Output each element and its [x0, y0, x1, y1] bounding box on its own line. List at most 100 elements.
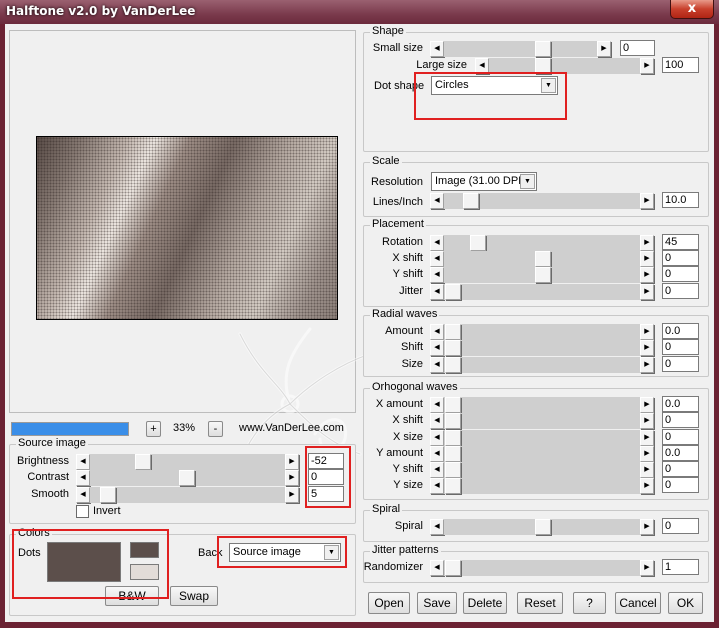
- brightness-decrease-button[interactable]: ◀: [76, 454, 90, 470]
- smooth-decrease-button[interactable]: ◀: [76, 487, 90, 503]
- radial-shift-slider-track[interactable]: [444, 340, 640, 356]
- y-size-decrease-button[interactable]: ◀: [430, 478, 444, 494]
- lines-increase-button[interactable]: ▶: [640, 193, 654, 209]
- radial-size-increase-button[interactable]: ▶: [640, 357, 654, 373]
- radial-size-slider-thumb[interactable]: [445, 357, 461, 373]
- spiral-slider-thumb[interactable]: [535, 519, 551, 535]
- contrast-slider-thumb[interactable]: [179, 470, 195, 486]
- lines-per-inch-field[interactable]: 10.0: [662, 192, 699, 208]
- rotation-decrease-button[interactable]: ◀: [430, 235, 444, 251]
- small-size-field[interactable]: 0: [620, 40, 655, 56]
- cancel-button[interactable]: Cancel: [615, 592, 661, 614]
- contrast-increase-button[interactable]: ▶: [285, 470, 299, 486]
- radial-size-slider-track[interactable]: [444, 357, 640, 373]
- radial-amount-field[interactable]: 0.0: [662, 323, 699, 339]
- wave-x-shift-decrease-button[interactable]: ◀: [430, 413, 444, 429]
- wave-x-shift-slider-thumb[interactable]: [445, 413, 461, 429]
- wave-x-shift-field[interactable]: 0: [662, 412, 699, 428]
- x-amount-increase-button[interactable]: ▶: [640, 397, 654, 413]
- rotation-slider-thumb[interactable]: [470, 235, 486, 251]
- radial-size-decrease-button[interactable]: ◀: [430, 357, 444, 373]
- radial-size-field[interactable]: 0: [662, 356, 699, 372]
- randomizer-slider-track[interactable]: [444, 560, 640, 576]
- y-amount-slider-track[interactable]: [444, 446, 640, 462]
- chevron-down-icon[interactable]: ▼: [520, 174, 535, 189]
- randomizer-increase-button[interactable]: ▶: [640, 560, 654, 576]
- preview-image[interactable]: [36, 136, 338, 320]
- wave-y-shift-decrease-button[interactable]: ◀: [430, 462, 444, 478]
- x-size-slider-track[interactable]: [444, 430, 640, 446]
- large-size-field[interactable]: 100: [662, 57, 699, 73]
- lines-decrease-button[interactable]: ◀: [430, 193, 444, 209]
- radial-amount-increase-button[interactable]: ▶: [640, 324, 654, 340]
- jitter-increase-button[interactable]: ▶: [640, 284, 654, 300]
- jitter-decrease-button[interactable]: ◀: [430, 284, 444, 300]
- title-bar[interactable]: Halftone v2.0 by VanDerLee x: [0, 0, 719, 24]
- smooth-slider-thumb[interactable]: [100, 487, 116, 503]
- close-button[interactable]: x: [670, 0, 714, 19]
- radial-amount-decrease-button[interactable]: ◀: [430, 324, 444, 340]
- x-size-decrease-button[interactable]: ◀: [430, 430, 444, 446]
- spiral-field[interactable]: 0: [662, 518, 699, 534]
- x-size-field[interactable]: 0: [662, 429, 699, 445]
- reset-button[interactable]: Reset: [517, 592, 563, 614]
- small-size-decrease-button[interactable]: ◀: [430, 41, 444, 57]
- x-amount-slider-track[interactable]: [444, 397, 640, 413]
- placement-yshift-field[interactable]: 0: [662, 266, 699, 282]
- placement-xshift-decrease-button[interactable]: ◀: [430, 251, 444, 267]
- x-amount-slider-thumb[interactable]: [445, 397, 461, 413]
- placement-xshift-increase-button[interactable]: ▶: [640, 251, 654, 267]
- smooth-slider-track[interactable]: [90, 487, 285, 503]
- ok-button[interactable]: OK: [668, 592, 703, 614]
- lines-slider-thumb[interactable]: [463, 193, 479, 209]
- rotation-increase-button[interactable]: ▶: [640, 235, 654, 251]
- x-amount-field[interactable]: 0.0: [662, 396, 699, 412]
- small-size-slider-thumb[interactable]: [535, 41, 551, 57]
- radial-shift-field[interactable]: 0: [662, 339, 699, 355]
- resolution-select[interactable]: Image (31.00 DPI ▼: [431, 172, 537, 191]
- y-amount-increase-button[interactable]: ▶: [640, 446, 654, 462]
- y-size-slider-thumb[interactable]: [445, 478, 461, 494]
- y-amount-decrease-button[interactable]: ◀: [430, 446, 444, 462]
- y-size-increase-button[interactable]: ▶: [640, 478, 654, 494]
- randomizer-decrease-button[interactable]: ◀: [430, 560, 444, 576]
- x-size-increase-button[interactable]: ▶: [640, 430, 654, 446]
- spiral-decrease-button[interactable]: ◀: [430, 519, 444, 535]
- y-size-slider-track[interactable]: [444, 478, 640, 494]
- help-button[interactable]: ?: [573, 592, 606, 614]
- radial-shift-slider-thumb[interactable]: [445, 340, 461, 356]
- preview-pane[interactable]: [9, 30, 356, 413]
- contrast-decrease-button[interactable]: ◀: [76, 470, 90, 486]
- save-button[interactable]: Save: [417, 592, 457, 614]
- jitter-slider-track[interactable]: [444, 284, 640, 300]
- randomizer-field[interactable]: 1: [662, 559, 699, 575]
- radial-shift-increase-button[interactable]: ▶: [640, 340, 654, 356]
- brightness-slider-thumb[interactable]: [135, 454, 151, 470]
- wave-y-shift-field[interactable]: 0: [662, 461, 699, 477]
- radial-amount-slider-track[interactable]: [444, 324, 640, 340]
- placement-yshift-decrease-button[interactable]: ◀: [430, 267, 444, 283]
- placement-yshift-increase-button[interactable]: ▶: [640, 267, 654, 283]
- wave-y-shift-slider-thumb[interactable]: [445, 462, 461, 478]
- wave-y-shift-increase-button[interactable]: ▶: [640, 462, 654, 478]
- radial-amount-slider-thumb[interactable]: [445, 324, 461, 340]
- x-size-slider-thumb[interactable]: [445, 430, 461, 446]
- spiral-increase-button[interactable]: ▶: [640, 519, 654, 535]
- smooth-increase-button[interactable]: ▶: [285, 487, 299, 503]
- y-amount-slider-thumb[interactable]: [445, 446, 461, 462]
- y-amount-field[interactable]: 0.0: [662, 445, 699, 461]
- small-size-increase-button[interactable]: ▶: [597, 41, 611, 57]
- wave-x-shift-increase-button[interactable]: ▶: [640, 413, 654, 429]
- website-link[interactable]: www.VanDerLee.com: [239, 422, 344, 434]
- placement-xshift-field[interactable]: 0: [662, 250, 699, 266]
- placement-xshift-slider-thumb[interactable]: [535, 251, 551, 267]
- large-size-increase-button[interactable]: ▶: [640, 58, 654, 74]
- brightness-slider-track[interactable]: [90, 454, 285, 470]
- swap-button[interactable]: Swap: [170, 586, 218, 606]
- y-size-field[interactable]: 0: [662, 477, 699, 493]
- wave-x-shift-slider-track[interactable]: [444, 413, 640, 429]
- wave-y-shift-slider-track[interactable]: [444, 462, 640, 478]
- radial-shift-decrease-button[interactable]: ◀: [430, 340, 444, 356]
- small-size-slider-track[interactable]: [444, 41, 597, 57]
- brightness-increase-button[interactable]: ▶: [285, 454, 299, 470]
